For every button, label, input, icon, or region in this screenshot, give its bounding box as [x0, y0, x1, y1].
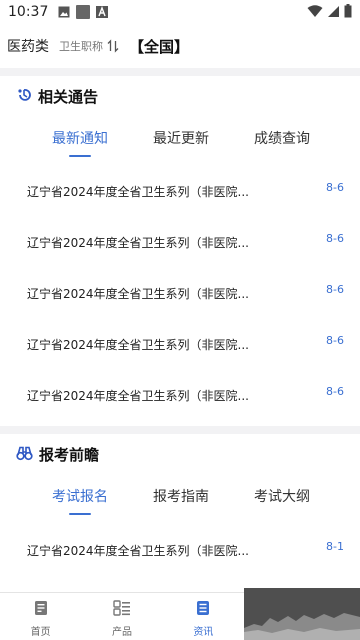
outlook-row-date: 8-1 [326, 540, 344, 553]
category-bar: 医药类 卫生职称 【全国】 [0, 24, 360, 68]
bottom-nav: 首页 产品 资讯 [0, 592, 244, 640]
app-notification-icon [76, 5, 91, 19]
status-system-icons [307, 3, 352, 22]
outlook-title: 报考前瞻 [39, 446, 100, 464]
tab-recent-update[interactable]: 最近更新 [136, 128, 226, 148]
announcement-icon [16, 87, 32, 107]
gallery-notification-icon [58, 3, 70, 22]
notice-row-date: 8-6 [326, 334, 344, 347]
nav-home-label: 首页 [30, 626, 51, 638]
notice-row-date: 8-6 [326, 232, 344, 245]
tab-registration-guide[interactable]: 报考指南 [136, 486, 226, 506]
notice-header: 相关通告 [16, 86, 98, 107]
notice-row-title: 辽宁省2024年度全省卫生系列（非医院... [27, 389, 249, 403]
notice-tabs: 最新通知 最近更新 成绩查询 [0, 128, 360, 162]
notice-row-title: 辽宁省2024年度全省卫生系列（非医院... [27, 185, 249, 199]
outlook-row-title: 辽宁省2024年度全省卫生系列（非医院... [27, 544, 249, 558]
status-bar: 10:37 [0, 0, 360, 24]
notice-row[interactable]: 辽宁省2024年度全省卫生系列（非医院... 8-6 [0, 329, 360, 359]
swap-icon[interactable] [107, 39, 119, 53]
binoculars-icon [16, 445, 33, 465]
floating-video-thumbnail[interactable] [244, 588, 360, 640]
outlook-section: 报考前瞻 考试报名 报考指南 考试大纲 辽宁省2024年度全省卫生系列（非医院.… [0, 434, 360, 594]
wifi-icon [307, 3, 323, 22]
notice-row-date: 8-6 [326, 385, 344, 398]
outlook-header: 报考前瞻 [16, 444, 99, 465]
notice-row-title: 辽宁省2024年度全省卫生系列（非医院... [27, 287, 249, 301]
outlook-row[interactable]: 辽宁省2024年度全省卫生系列（非医院... 8-1 [0, 535, 360, 565]
nav-news[interactable]: 资讯 [163, 593, 244, 640]
active-tab-indicator [69, 513, 91, 515]
nav-news-label: 资讯 [193, 626, 214, 638]
battery-icon [344, 3, 352, 22]
notice-row-date: 8-6 [326, 283, 344, 296]
notice-row[interactable]: 辽宁省2024年度全省卫生系列（非医院... 8-6 [0, 227, 360, 257]
notice-row-title: 辽宁省2024年度全省卫生系列（非医院... [27, 236, 249, 250]
signal-icon [327, 3, 340, 22]
subcategory-label[interactable]: 卫生职称 [59, 38, 103, 54]
notice-row[interactable]: 辽宁省2024年度全省卫生系列（非医院... 8-6 [0, 380, 360, 410]
nav-home[interactable]: 首页 [0, 593, 81, 640]
category-label[interactable]: 医药类 [7, 36, 49, 56]
status-time: 10:37 [8, 4, 49, 20]
notice-title: 相关通告 [38, 88, 99, 106]
news-icon [195, 600, 211, 620]
nav-products[interactable]: 产品 [81, 593, 162, 640]
tab-exam-syllabus[interactable]: 考试大纲 [237, 486, 327, 506]
app-a-notification-icon [96, 3, 109, 22]
outlook-tabs: 考试报名 报考指南 考试大纲 [0, 486, 360, 520]
home-icon [33, 600, 49, 620]
notice-section: 相关通告 最新通知 最近更新 成绩查询 辽宁省2024年度全省卫生系列（非医院.… [0, 76, 360, 426]
product-grid-icon [113, 599, 131, 620]
region-selector[interactable]: 【全国】 [129, 36, 189, 57]
notice-row-date: 8-6 [326, 181, 344, 194]
tab-latest-notice[interactable]: 最新通知 [35, 128, 125, 148]
nav-products-label: 产品 [111, 626, 132, 638]
notice-row[interactable]: 辽宁省2024年度全省卫生系列（非医院... 8-6 [0, 278, 360, 308]
active-tab-indicator [69, 155, 91, 157]
status-notification-icons [58, 3, 109, 22]
notice-row-title: 辽宁省2024年度全省卫生系列（非医院... [27, 338, 249, 352]
tab-score-query[interactable]: 成绩查询 [237, 128, 327, 148]
notice-row[interactable]: 辽宁省2024年度全省卫生系列（非医院... 8-6 [0, 176, 360, 206]
tab-exam-registration[interactable]: 考试报名 [35, 486, 125, 506]
